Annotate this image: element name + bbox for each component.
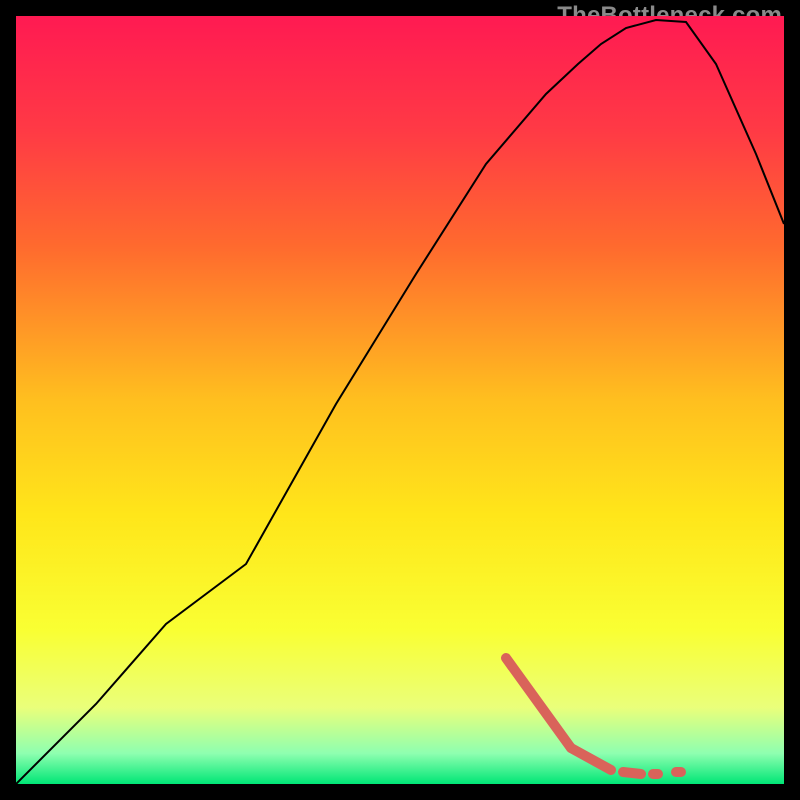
gradient-background <box>16 16 784 784</box>
chart-frame: TheBottleneck.com <box>16 16 784 784</box>
highlight-dash <box>623 772 641 774</box>
chart-svg <box>16 16 784 784</box>
